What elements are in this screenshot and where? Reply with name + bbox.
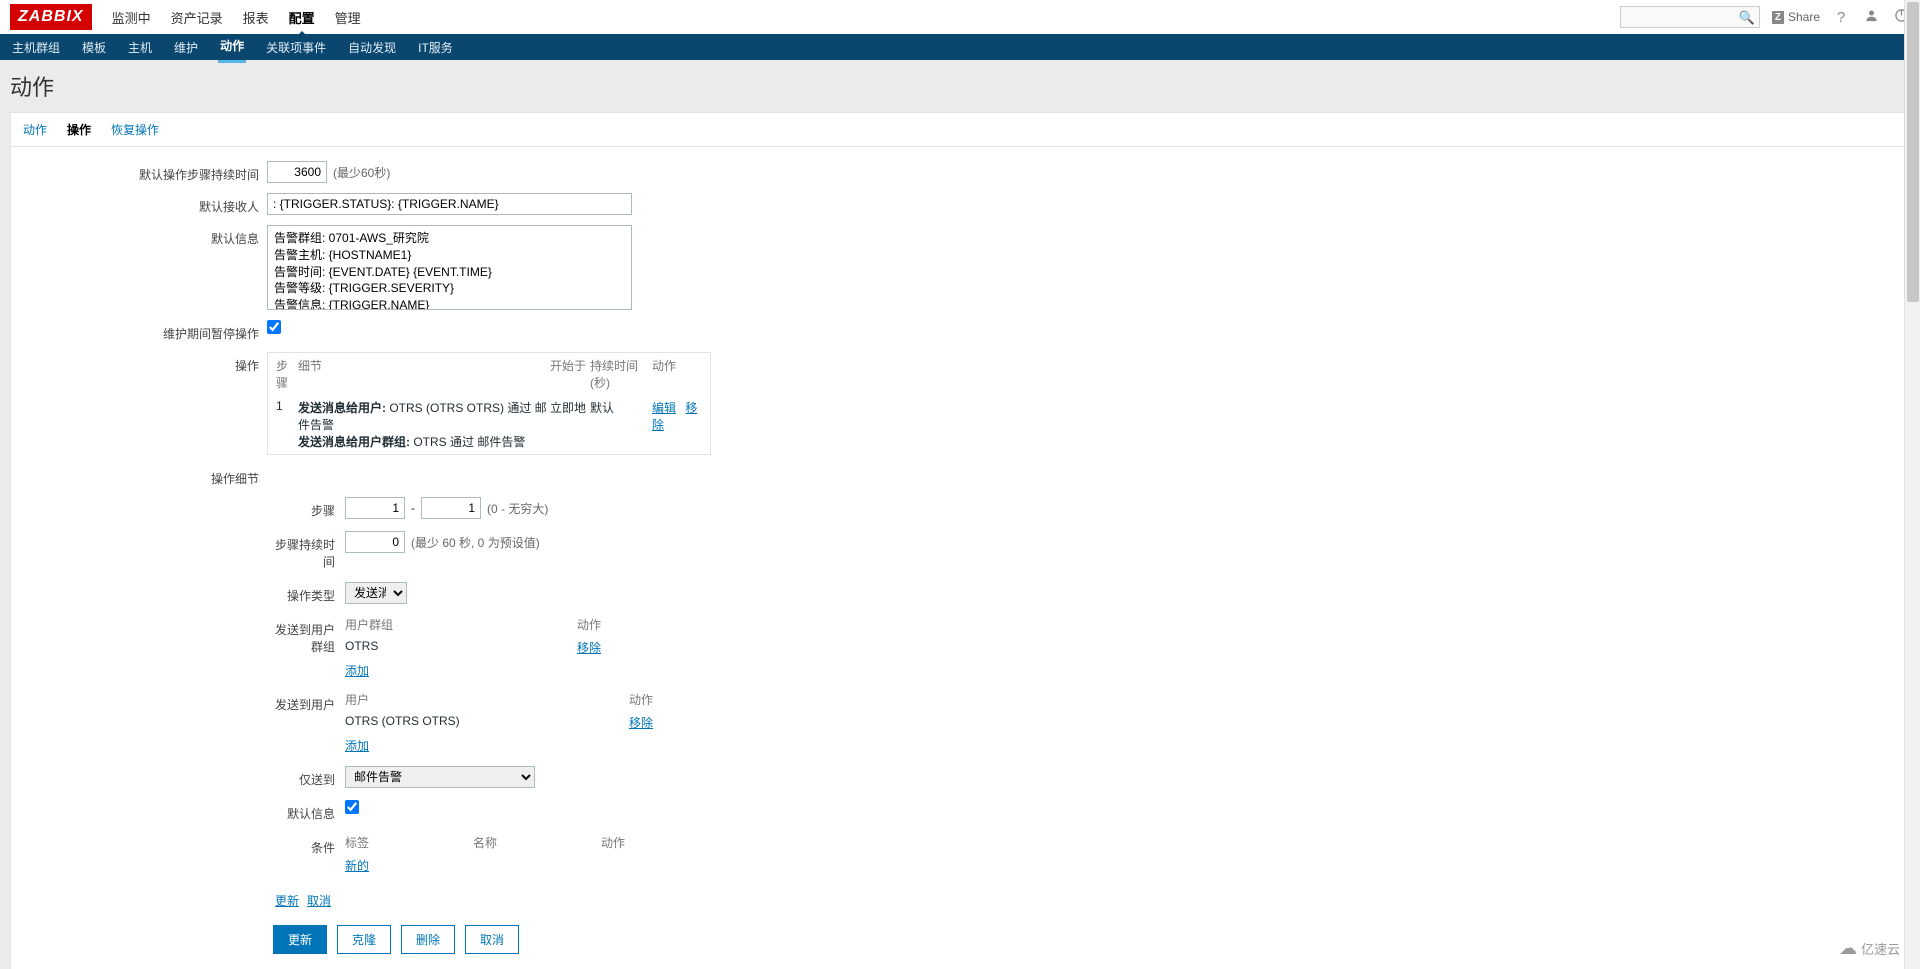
ops-th-detail: 细节 [298,357,550,391]
label-op-detail: 操作细节 [23,465,267,487]
th-group: 用户群组 [345,616,577,633]
group-row: OTRS 移除 [345,639,637,656]
opdetail-cancel[interactable]: 取消 [307,892,331,909]
page-title: 动作 [10,70,1910,102]
th-cond-name: 名称 [473,834,601,851]
input-step-to[interactable] [421,497,481,519]
th-user: 用户 [345,691,629,708]
ops-th-duration: 持续时间(秒) [590,357,652,391]
share-label: Share [1788,10,1820,24]
ops-step-num: 1 [276,399,298,413]
hint-default-step-duration: (最少60秒) [333,164,390,181]
share-z-icon: Z [1772,11,1784,24]
label-step-duration: 步骤持续时间 [267,531,345,570]
label-operations: 操作 [23,352,267,374]
user-name: OTRS (OTRS OTRS) [345,714,629,731]
group-name: OTRS [345,639,577,656]
input-default-recipient[interactable] [267,193,632,215]
subnav-hosts[interactable]: 主机 [126,33,154,62]
subnav-actions[interactable]: 动作 [218,31,246,63]
input-default-step-duration[interactable] [267,161,327,183]
ops-start: 立即地 [550,399,590,416]
subnav-discovery[interactable]: 自动发现 [346,33,398,62]
watermark-text: 亿速云 [1861,939,1900,958]
user-icon[interactable] [1862,8,1880,27]
hint-steps: (0 - 无穷大) [487,500,548,517]
topnav-inventory[interactable]: 资产记录 [171,8,223,27]
topnav-monitor[interactable]: 监测中 [112,8,151,27]
ops-th-action: 动作 [652,357,702,391]
subnav-itservices[interactable]: IT服务 [416,33,455,62]
watermark: ☁ 亿速云 [1839,938,1900,959]
ops-edit[interactable]: 编辑 [652,401,676,415]
search-icon: 🔍 [1739,10,1755,26]
label-default-message: 默认信息 [23,225,267,247]
tab-recovery[interactable]: 恢复操作 [111,121,159,138]
user-add[interactable]: 添加 [345,739,369,753]
user-row: OTRS (OTRS OTRS) 移除 [345,714,689,731]
ops-row: 1 发送消息给用户: OTRS (OTRS OTRS) 通过 邮件告警 发送消息… [268,395,710,454]
th-group-action: 动作 [577,616,637,633]
topnav-config[interactable]: 配置 [289,8,315,27]
tab-operation[interactable]: 操作 [67,121,91,138]
help-icon[interactable]: ? [1832,9,1850,26]
clone-button[interactable]: 克隆 [337,925,391,954]
th-cond-tag: 标签 [345,834,473,851]
scrollbar[interactable] [1904,0,1920,969]
checkbox-pause-maintenance[interactable] [267,320,281,334]
textarea-default-message[interactable] [267,225,632,310]
label-default-recipient: 默认接收人 [23,193,267,215]
cloud-icon: ☁ [1839,938,1857,959]
topnav-admin[interactable]: 管理 [335,8,361,27]
delete-button[interactable]: 删除 [401,925,455,954]
label-only-to: 仅送到 [267,766,345,788]
select-op-type[interactable]: 发送消息 [345,582,407,604]
opdetail-update[interactable]: 更新 [275,892,299,909]
topnav-reports[interactable]: 报表 [243,8,269,27]
ops-th-start: 开始于 [550,357,590,391]
ops-duration: 默认 [590,399,652,416]
hint-step-duration: (最少 60 秒, 0 为预设值) [411,534,540,551]
input-step-from[interactable] [345,497,405,519]
share-button[interactable]: Z Share [1772,10,1820,24]
ops-detail-line2-text: OTRS 通过 邮件告警 [410,435,525,449]
subnav-hostgroups[interactable]: 主机群组 [10,33,62,62]
select-only-to[interactable]: 邮件告警 [345,766,535,788]
search-input[interactable]: 🔍 [1620,6,1760,28]
ops-th-step: 步骤 [276,357,298,391]
label-conditions: 条件 [267,834,345,856]
label-default-step-duration: 默认操作步骤持续时间 [23,161,267,183]
ops-detail-line1-label: 发送消息给用户: [298,401,386,415]
user-remove[interactable]: 移除 [629,716,653,730]
label-pause-maintenance: 维护期间暂停操作 [23,320,267,342]
label-steps: 步骤 [267,497,345,519]
checkbox-default-msg[interactable] [345,800,359,814]
label-send-to-users: 发送到用户 [267,691,345,713]
subnav-maintenance[interactable]: 维护 [172,33,200,62]
cancel-button[interactable]: 取消 [465,925,519,954]
label-op-type: 操作类型 [267,582,345,604]
th-cond-action: 动作 [601,834,661,851]
label-default-msg-chk: 默认信息 [267,800,345,822]
tab-action[interactable]: 动作 [23,121,47,138]
cond-new[interactable]: 新的 [345,859,369,873]
group-add[interactable]: 添加 [345,664,369,678]
zabbix-logo: ZABBIX [10,4,92,30]
subnav-correlation[interactable]: 关联项事件 [264,33,328,62]
th-user-action: 动作 [629,691,689,708]
group-remove[interactable]: 移除 [577,641,601,655]
input-step-duration[interactable] [345,531,405,553]
update-button[interactable]: 更新 [273,925,327,954]
label-send-to-groups: 发送到用户群组 [267,616,345,655]
ops-detail-line2-label: 发送消息给用户群组: [298,435,410,449]
subnav-templates[interactable]: 模板 [80,33,108,62]
